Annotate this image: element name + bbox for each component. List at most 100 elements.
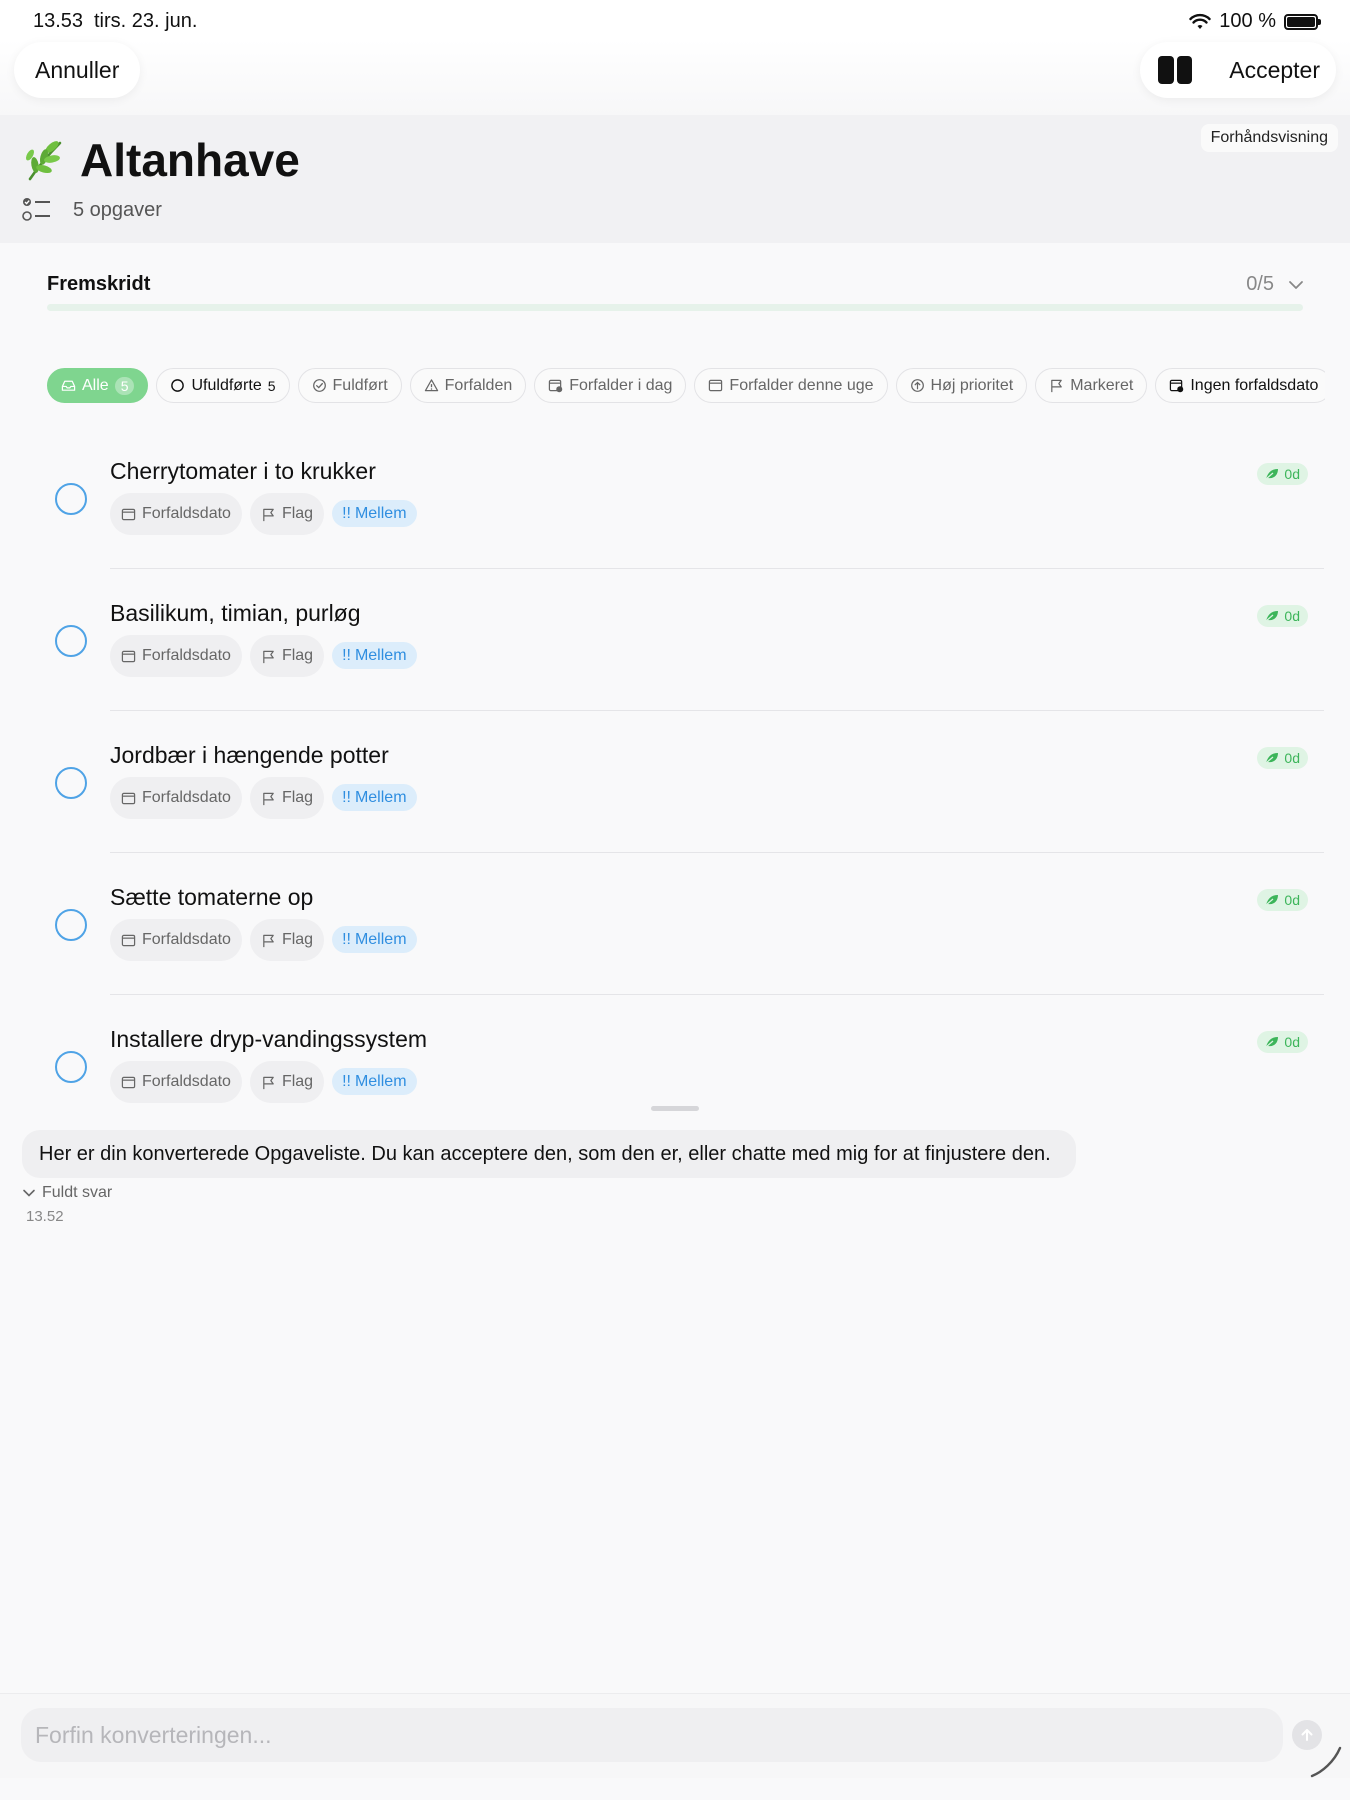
progress-value: 0/5: [1246, 273, 1274, 295]
priority-button[interactable]: !! Mellem: [332, 784, 417, 811]
filter-chip-ufuldførte[interactable]: Ufuldførte 5: [156, 368, 290, 403]
task-complete-checkbox[interactable]: [55, 909, 87, 941]
task-row[interactable]: Sætte tomaterne op Forfaldsdato Flag!! Mell…: [0, 868, 1350, 1010]
task-title: Basilikum, timian, purløg: [110, 600, 361, 626]
duration-badge: 0d: [1257, 463, 1308, 485]
list-header: Forhåndsvisning Altanhave 5 opgaver: [0, 115, 1350, 243]
battery-icon: [1284, 13, 1321, 30]
priority-marker: !!: [342, 504, 351, 522]
due-date-label: Forfaldsdato: [142, 789, 231, 806]
flag-icon: [261, 1075, 276, 1090]
flag-label: Flag: [281, 789, 314, 806]
tray-icon: [61, 378, 76, 393]
filter-chip-label: Forfalder i dag: [569, 376, 673, 394]
priority-marker: !!: [342, 788, 351, 806]
task-row[interactable]: Cherrytomater i to krukker Forfaldsdato Fl…: [0, 442, 1350, 584]
duration-badge: 0d: [1257, 889, 1308, 911]
due-date-button[interactable]: Forfaldsdato: [110, 1061, 242, 1103]
task-meta: Forfaldsdato Flag!! Mellem: [110, 919, 417, 961]
priority-up-icon: [910, 378, 925, 393]
calendar-icon: [121, 507, 136, 522]
task-divider: [110, 710, 1324, 711]
task-row[interactable]: Basilikum, timian, purløg Forfaldsdato Fla…: [0, 584, 1350, 726]
calendar-icon: [121, 933, 136, 948]
flag-label: Flag: [281, 931, 314, 948]
due-date-button[interactable]: Forfaldsdato: [110, 919, 242, 961]
priority-label: Mellem: [354, 504, 407, 522]
filter-chip-markeret[interactable]: Markeret: [1035, 368, 1148, 403]
filter-chip-fuldført[interactable]: Fuldført: [297, 368, 402, 403]
due-date-button[interactable]: Forfaldsdato: [110, 777, 242, 819]
arrow-up-icon: [1301, 1729, 1313, 1741]
top-bar: Annuller Accepter: [0, 40, 1350, 115]
cancel-button[interactable]: Annuller: [14, 42, 141, 98]
chevron-down-icon[interactable]: [1288, 277, 1304, 293]
flag-button[interactable]: Flag: [249, 493, 325, 535]
priority-button[interactable]: !! Mellem: [332, 642, 417, 669]
task-title: Cherrytomater i to krukker: [110, 458, 376, 484]
due-date-label: Forfaldsdato: [142, 931, 231, 948]
checklist-icon: [22, 198, 50, 221]
chat-timestamp: 13.52: [26, 1208, 64, 1225]
wifi-icon: [1189, 13, 1211, 29]
herb-leaf-icon: [26, 141, 62, 181]
due-date-label: Forfaldsdato: [142, 505, 231, 522]
filter-chip-label: Forfalder denne uge: [729, 376, 874, 394]
filter-chip-alle[interactable]: Alle 5: [47, 368, 149, 403]
flag-button[interactable]: Flag: [249, 635, 325, 677]
flag-button[interactable]: Flag: [249, 919, 325, 961]
duration-label: 0d: [1284, 466, 1300, 482]
sheet-handle[interactable]: [651, 1106, 699, 1111]
full-answer-toggle[interactable]: Fuldt svar: [22, 1184, 112, 1202]
priority-marker: !!: [342, 1072, 351, 1090]
filter-chip-høj-prioritet[interactable]: Høj prioritet: [895, 368, 1028, 403]
status-bar: 13.53 tirs. 23. jun. 100 %: [0, 0, 1350, 40]
duration-badge: 0d: [1257, 605, 1308, 627]
priority-marker: !!: [342, 930, 351, 948]
duration-label: 0d: [1284, 750, 1300, 766]
progress-label: Fremskridt: [47, 273, 151, 295]
split-view-icon[interactable]: [1158, 56, 1192, 84]
task-complete-checkbox[interactable]: [55, 767, 87, 799]
accept-button[interactable]: Accepter: [1229, 42, 1320, 98]
calendar-icon: [121, 1075, 136, 1090]
status-time: 13.53: [33, 10, 84, 32]
filter-chip-forfalder-i-dag[interactable]: Forfalder i dag: [534, 368, 687, 403]
task-row[interactable]: Jordbær i hængende potter Forfaldsdato Fla…: [0, 726, 1350, 868]
leaf-icon: [1265, 610, 1279, 622]
check-circle-icon: [312, 378, 327, 393]
task-divider: [110, 568, 1324, 569]
calendar-x-icon: [1169, 378, 1184, 393]
calendar-icon: [121, 649, 136, 664]
due-date-button[interactable]: Forfaldsdato: [110, 635, 242, 677]
task-divider: [110, 852, 1324, 853]
priority-button[interactable]: !! Mellem: [332, 500, 417, 527]
priority-button[interactable]: !! Mellem: [332, 1068, 417, 1095]
input-bar: [0, 1693, 1350, 1778]
flag-button[interactable]: Flag: [249, 1061, 325, 1103]
task-complete-checkbox[interactable]: [55, 483, 87, 515]
flag-label: Flag: [281, 505, 314, 522]
task-complete-checkbox[interactable]: [55, 1051, 87, 1083]
refine-input[interactable]: [21, 1708, 1283, 1762]
filter-chip-forfalden[interactable]: Forfalden: [409, 368, 527, 403]
duration-label: 0d: [1284, 892, 1300, 908]
flag-button[interactable]: Flag: [249, 777, 325, 819]
priority-label: Mellem: [354, 930, 407, 948]
task-count: 5 opgaver: [73, 199, 162, 221]
filter-chip-label: Ufuldførte: [191, 376, 262, 394]
leaf-icon: [1265, 752, 1279, 764]
priority-label: Mellem: [354, 788, 407, 806]
priority-button[interactable]: !! Mellem: [332, 926, 417, 953]
due-date-button[interactable]: Forfaldsdato: [110, 493, 242, 535]
duration-label: 0d: [1284, 608, 1300, 624]
top-right-actions: Accepter: [1140, 42, 1336, 98]
calendar-clock-icon: [548, 378, 563, 393]
task-complete-checkbox[interactable]: [55, 625, 87, 657]
filter-chip-label: Fuldført: [332, 376, 388, 394]
calendar-icon: [121, 791, 136, 806]
filter-chip-ingen-forfaldsdato[interactable]: Ingen forfaldsdato: [1155, 368, 1325, 403]
flag-icon: [261, 791, 276, 806]
filter-chip-forfalder-denne-uge[interactable]: Forfalder denne uge: [694, 368, 888, 403]
duration-label: 0d: [1284, 1034, 1300, 1050]
